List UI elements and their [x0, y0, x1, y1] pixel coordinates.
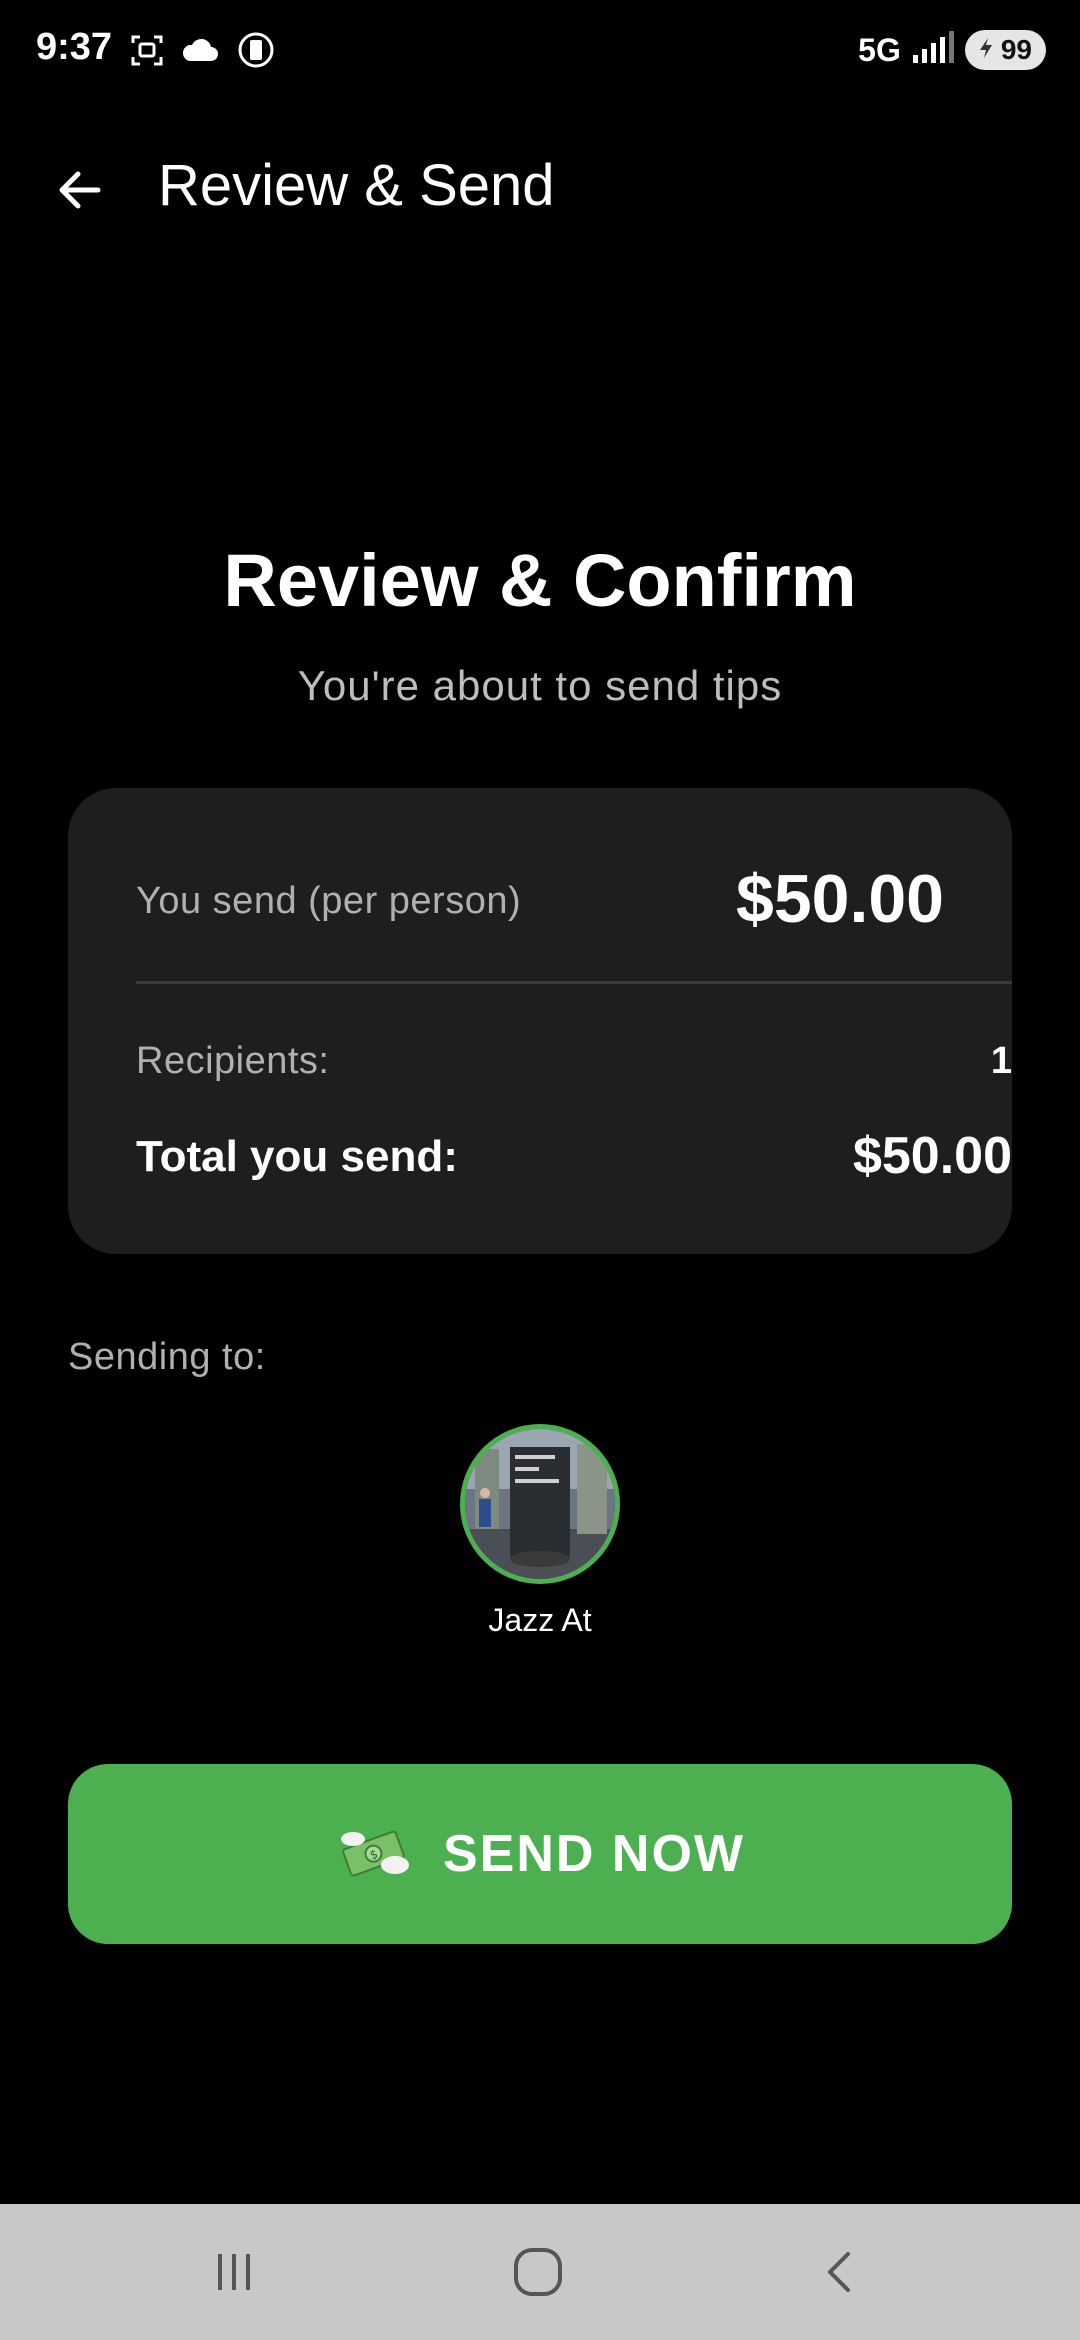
home-button[interactable]: [478, 2228, 598, 2316]
recent-apps-button[interactable]: [174, 2228, 294, 2316]
total-amount: $50.00: [852, 1127, 1012, 1185]
cloud-icon: [180, 35, 220, 70]
network-label: 5G: [858, 31, 901, 68]
status-icons-right: 5G 99: [858, 30, 1046, 70]
home-icon: [514, 2248, 562, 2296]
sending-to-label: Sending to:: [68, 1336, 266, 1378]
summary-card: You send (per person) $50.00 Recipients:…: [68, 788, 1012, 1254]
per-person-amount: $50.00: [736, 861, 944, 937]
status-time: 9:37: [36, 26, 113, 68]
back-icon: [828, 2252, 850, 2292]
screenshot-icon: [130, 33, 164, 72]
per-person-row: You send (per person) $50.00: [136, 860, 944, 940]
signal-icon: [911, 30, 955, 70]
send-now-label: SEND NOW: [443, 1825, 745, 1883]
per-person-label: You send (per person): [136, 880, 522, 922]
total-label: Total you send:: [136, 1132, 458, 1181]
avatar: [460, 1424, 620, 1584]
recipients-count: 1: [990, 1040, 1012, 1082]
send-now-button[interactable]: $ SEND NOW: [68, 1764, 1012, 1944]
recipient-item[interactable]: Jazz At: [440, 1424, 640, 1639]
recipients-label: Recipients:: [136, 1040, 330, 1082]
status-bar: 9:37 5G 99: [0, 0, 1080, 100]
battery-indicator: 99: [964, 30, 1046, 70]
page-subtitle: You're about to send tips: [297, 662, 783, 709]
battery-icon: [977, 34, 995, 66]
battery-level: 99: [1000, 34, 1032, 65]
app-bar-title: Review & Send: [158, 153, 555, 218]
recipients-row: Recipients: 1: [136, 1040, 1012, 1096]
sim-icon: [236, 30, 276, 75]
nav-back-button[interactable]: [780, 2228, 900, 2316]
back-button[interactable]: [40, 150, 120, 230]
arrow-left-icon: [59, 171, 101, 209]
page-title: Review & Confirm: [223, 539, 857, 622]
card-divider: [136, 981, 1012, 984]
app-bar: Review & Send: [0, 130, 1080, 240]
recipient-name: Jazz At: [488, 1602, 592, 1638]
recent-apps-icon: [218, 2254, 250, 2290]
system-nav-bar: [0, 2204, 1080, 2340]
money-wings-icon: $: [335, 1817, 415, 1892]
status-icons-left: [130, 30, 276, 75]
total-row: Total you send: $50.00: [136, 1126, 1012, 1196]
